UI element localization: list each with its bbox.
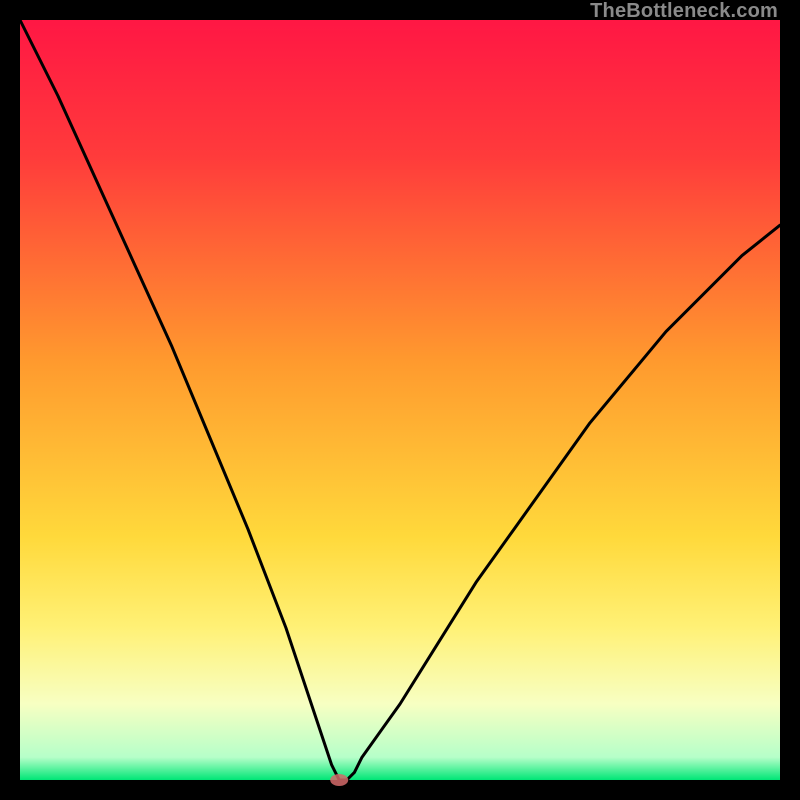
bottleneck-curve-line bbox=[20, 20, 780, 780]
bottleneck-chart bbox=[20, 20, 780, 780]
minimum-marker-icon bbox=[330, 774, 348, 786]
outer-frame: TheBottleneck.com bbox=[0, 0, 800, 800]
watermark-text: TheBottleneck.com bbox=[590, 0, 778, 23]
